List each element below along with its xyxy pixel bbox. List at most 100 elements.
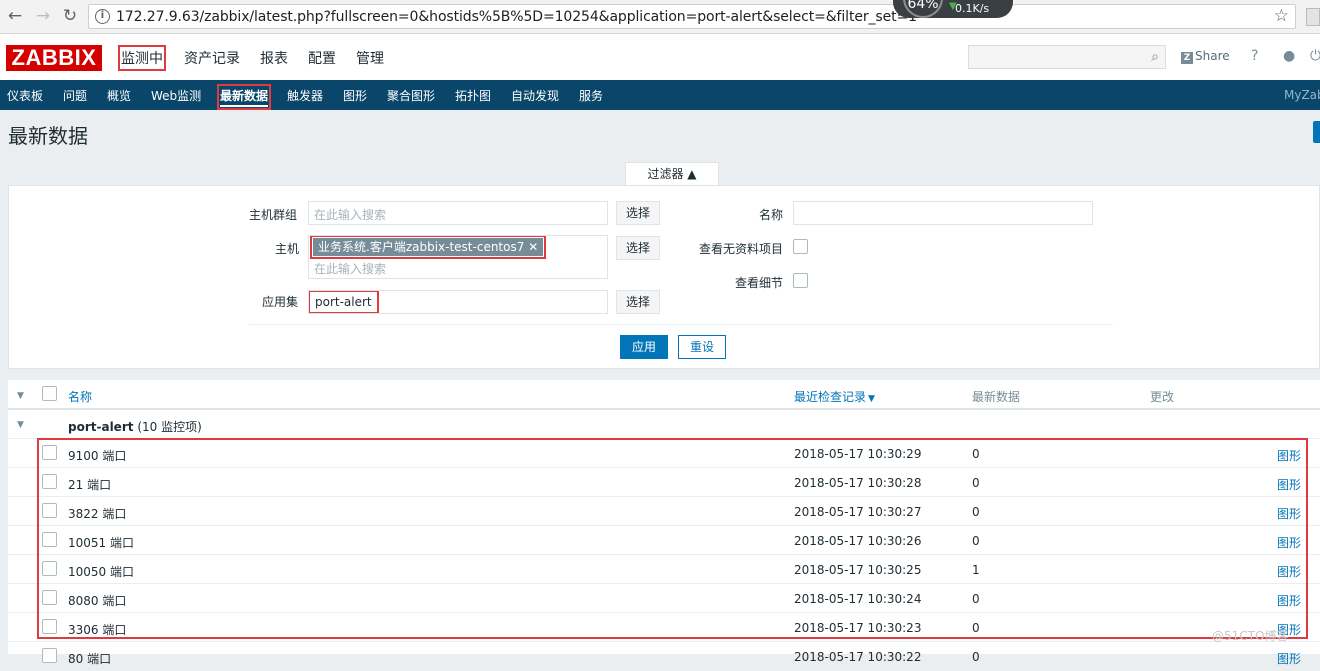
item-last-check: 2018-05-17 10:30:29 bbox=[794, 447, 922, 461]
subnav-graphs[interactable]: 图形 bbox=[343, 87, 367, 104]
item-last-check: 2018-05-17 10:30:24 bbox=[794, 592, 922, 606]
subnav-latest-data[interactable]: 最新数据 bbox=[216, 84, 272, 110]
item-name: 21 端口 bbox=[68, 478, 112, 492]
subnav-screens[interactable]: 聚合图形 bbox=[387, 87, 435, 104]
extension-icon[interactable] bbox=[1306, 8, 1320, 26]
show-without-data-label: 查看无资料项目 bbox=[699, 242, 784, 256]
search-icon[interactable]: ⌕ bbox=[1151, 49, 1159, 65]
nav-reports[interactable]: 报表 bbox=[260, 48, 288, 68]
item-name: 3822 端口 bbox=[68, 507, 127, 521]
show-details-label: 查看细节 bbox=[735, 276, 784, 290]
table-row: 3822 端口 2018-05-17 10:30:27 0 图形 bbox=[8, 497, 1320, 526]
nav-configuration[interactable]: 配置 bbox=[308, 48, 336, 68]
name-input[interactable] bbox=[793, 201, 1093, 225]
reload-icon[interactable]: ↻ bbox=[60, 6, 80, 26]
show-without-data-checkbox[interactable] bbox=[793, 239, 808, 254]
nav-monitoring[interactable]: 监测中 bbox=[118, 45, 166, 71]
column-last-check-label: 最近检查记录 bbox=[794, 390, 867, 404]
item-last-check: 2018-05-17 10:30:25 bbox=[794, 563, 922, 577]
host-label: 主机 bbox=[275, 242, 300, 256]
application-label: 应用集 bbox=[262, 295, 299, 309]
reset-button[interactable]: 重设 bbox=[678, 335, 726, 359]
column-name[interactable]: 名称 bbox=[68, 388, 92, 405]
host-search-placeholder[interactable]: 在此输入搜索 bbox=[314, 260, 386, 277]
subnav-triggers[interactable]: 触发器 bbox=[287, 87, 323, 104]
global-search-input[interactable]: ⌕ bbox=[968, 45, 1166, 69]
speed-percent: 64% bbox=[903, 0, 943, 18]
item-last-value: 0 bbox=[972, 505, 980, 519]
item-last-value: 0 bbox=[972, 650, 980, 664]
application-input[interactable]: port-alert bbox=[308, 290, 608, 314]
row-checkbox[interactable] bbox=[42, 503, 57, 518]
speed-value: 0.1K/s bbox=[955, 2, 990, 15]
item-last-value: 0 bbox=[972, 621, 980, 635]
row-checkbox[interactable] bbox=[42, 561, 57, 576]
apply-button[interactable]: 应用 bbox=[620, 335, 668, 359]
host-group-select-button[interactable]: 选择 bbox=[616, 201, 660, 225]
table-row: 3306 端口 2018-05-17 10:30:23 0 图形 bbox=[8, 613, 1320, 642]
graph-link[interactable]: 图形 bbox=[1277, 650, 1301, 667]
forward-icon[interactable]: → bbox=[33, 6, 53, 26]
host-group-label: 主机群组 bbox=[249, 208, 298, 222]
group-label: port-alert (10 监控项) bbox=[68, 418, 202, 435]
help-icon[interactable]: ? bbox=[1251, 48, 1258, 64]
graph-link[interactable]: 图形 bbox=[1277, 505, 1301, 522]
sort-desc-icon: ▼ bbox=[868, 394, 875, 404]
subnav-discovery[interactable]: 自动发现 bbox=[511, 87, 559, 104]
subnav-dashboard[interactable]: 仪表板 bbox=[7, 87, 43, 104]
row-checkbox[interactable] bbox=[42, 532, 57, 547]
subnav-services[interactable]: 服务 bbox=[579, 87, 603, 104]
address-bar[interactable]: i 172.27.9.63/zabbix/latest.php?fullscre… bbox=[88, 4, 1296, 29]
show-details-checkbox[interactable] bbox=[793, 273, 808, 288]
url-text[interactable]: 172.27.9.63/zabbix/latest.php?fullscreen… bbox=[116, 9, 917, 25]
filter-tab[interactable]: 过滤器 ▲ bbox=[625, 162, 719, 186]
item-last-check: 2018-05-17 10:30:26 bbox=[794, 534, 922, 548]
graph-link[interactable]: 图形 bbox=[1277, 563, 1301, 580]
nav-administration[interactable]: 管理 bbox=[356, 48, 384, 68]
row-checkbox[interactable] bbox=[42, 619, 57, 634]
group-collapse-icon[interactable]: ▼ bbox=[17, 420, 24, 430]
nav-inventory[interactable]: 资产记录 bbox=[184, 48, 240, 68]
row-checkbox[interactable] bbox=[42, 590, 57, 605]
zabbix-logo[interactable]: ZABBIX bbox=[6, 45, 102, 71]
share-label: Share bbox=[1195, 49, 1230, 63]
host-select-button[interactable]: 选择 bbox=[616, 236, 660, 260]
host-chip-label: 业务系统.客户端zabbix-test-centos7 bbox=[318, 240, 525, 254]
subnav-web[interactable]: Web监测 bbox=[151, 87, 201, 104]
select-all-checkbox[interactable] bbox=[42, 386, 57, 401]
table-row: 8080 端口 2018-05-17 10:30:24 0 图形 bbox=[8, 584, 1320, 613]
collapse-all-icon[interactable]: ▼ bbox=[17, 391, 24, 401]
application-select-button[interactable]: 选择 bbox=[616, 290, 660, 314]
subnav-overview[interactable]: 概览 bbox=[107, 87, 131, 104]
application-group-row: ▼ port-alert (10 监控项) bbox=[8, 410, 1320, 439]
row-checkbox[interactable] bbox=[42, 474, 57, 489]
graph-link[interactable]: 图形 bbox=[1277, 447, 1301, 464]
application-value: port-alert bbox=[309, 291, 379, 313]
group-count: (10 监控项) bbox=[137, 420, 202, 434]
subnav-right-link[interactable]: MyZab bbox=[1284, 88, 1320, 102]
column-last-check[interactable]: 最近检查记录 ▼ bbox=[794, 388, 875, 405]
subnav-maps[interactable]: 拓扑图 bbox=[455, 87, 491, 104]
graph-link[interactable]: 图形 bbox=[1277, 534, 1301, 551]
graph-link[interactable]: 图形 bbox=[1277, 592, 1301, 609]
row-checkbox[interactable] bbox=[42, 648, 57, 663]
remove-chip-icon[interactable]: ✕ bbox=[528, 240, 538, 254]
table-row: 10050 端口 2018-05-17 10:30:25 1 图形 bbox=[8, 555, 1320, 584]
sign-out-icon[interactable]: ⏻ bbox=[1310, 48, 1320, 64]
subnav-problems[interactable]: 问题 bbox=[63, 87, 87, 104]
share-link[interactable]: Z Share bbox=[1181, 49, 1230, 64]
host-multiselect[interactable]: 业务系统.客户端zabbix-test-centos7 ✕ 在此输入搜索 bbox=[308, 235, 608, 279]
graph-link[interactable]: 图形 bbox=[1277, 476, 1301, 493]
item-last-value: 0 bbox=[972, 447, 980, 461]
item-last-check: 2018-05-17 10:30:28 bbox=[794, 476, 922, 490]
bookmark-star-icon[interactable]: ☆ bbox=[1274, 6, 1289, 26]
item-name: 8080 端口 bbox=[68, 594, 127, 608]
row-checkbox[interactable] bbox=[42, 445, 57, 460]
back-icon[interactable]: ← bbox=[5, 6, 25, 26]
fullscreen-button[interactable] bbox=[1313, 121, 1320, 143]
user-profile-icon[interactable]: ● bbox=[1283, 48, 1295, 64]
host-chip[interactable]: 业务系统.客户端zabbix-test-centos7 ✕ bbox=[309, 236, 547, 259]
host-group-input[interactable]: 在此输入搜索 bbox=[308, 201, 608, 225]
table-row: 9100 端口 2018-05-17 10:30:29 0 图形 bbox=[8, 439, 1320, 468]
info-icon[interactable]: i bbox=[95, 9, 110, 24]
